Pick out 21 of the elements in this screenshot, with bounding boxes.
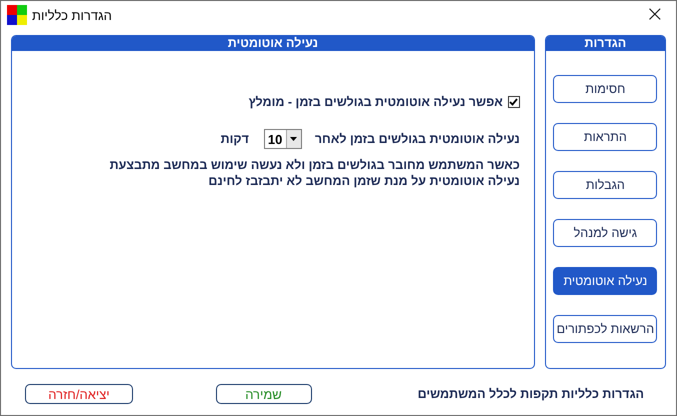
minutes-dropdown[interactable]: 10 bbox=[264, 129, 302, 149]
unit-label: דקות bbox=[220, 132, 249, 146]
panel-title: הגדרות bbox=[546, 36, 665, 51]
settings-nav-button[interactable]: התראות bbox=[553, 123, 658, 151]
exit-button[interactable]: יציאה/חזרה bbox=[25, 384, 133, 404]
checkbox-label: אפשר נעילה אוטומטית בגולשים בזמן - מומלץ bbox=[248, 95, 503, 109]
settings-nav-button[interactable]: חסימות bbox=[553, 75, 658, 103]
settings-nav-button[interactable]: גישה למנהל bbox=[553, 219, 658, 247]
close-button[interactable]: × bbox=[644, 4, 666, 26]
timeout-label: נעילה אוטומטית בגולשים בזמן לאחר bbox=[314, 132, 520, 146]
settings-nav-button[interactable]: נעילה אוטומטית bbox=[553, 267, 658, 295]
window-title: הגדרות כלליות bbox=[32, 8, 112, 22]
footer-note: הגדרות כלליות תקפות לכלל המשתמשים bbox=[416, 387, 644, 401]
settings-nav-button[interactable]: הרשאות לכפתורים bbox=[553, 315, 658, 343]
description-text: כאשר המשתמש מחובר בגולשים בזמן ולא נעשה שימוש במחשב מתבצעת נעילה אוטומטית על מנת שזמן המחשב לא יתבזבז לחינם bbox=[108, 157, 520, 189]
panel-title: נעילה אוטומטית bbox=[12, 36, 534, 51]
app-icon bbox=[7, 5, 27, 25]
settings-nav-button[interactable]: הגבלות bbox=[553, 171, 658, 199]
save-button[interactable]: שמירה bbox=[216, 384, 312, 404]
enable-checkbox[interactable] bbox=[508, 96, 520, 108]
caret-icon bbox=[290, 137, 298, 141]
